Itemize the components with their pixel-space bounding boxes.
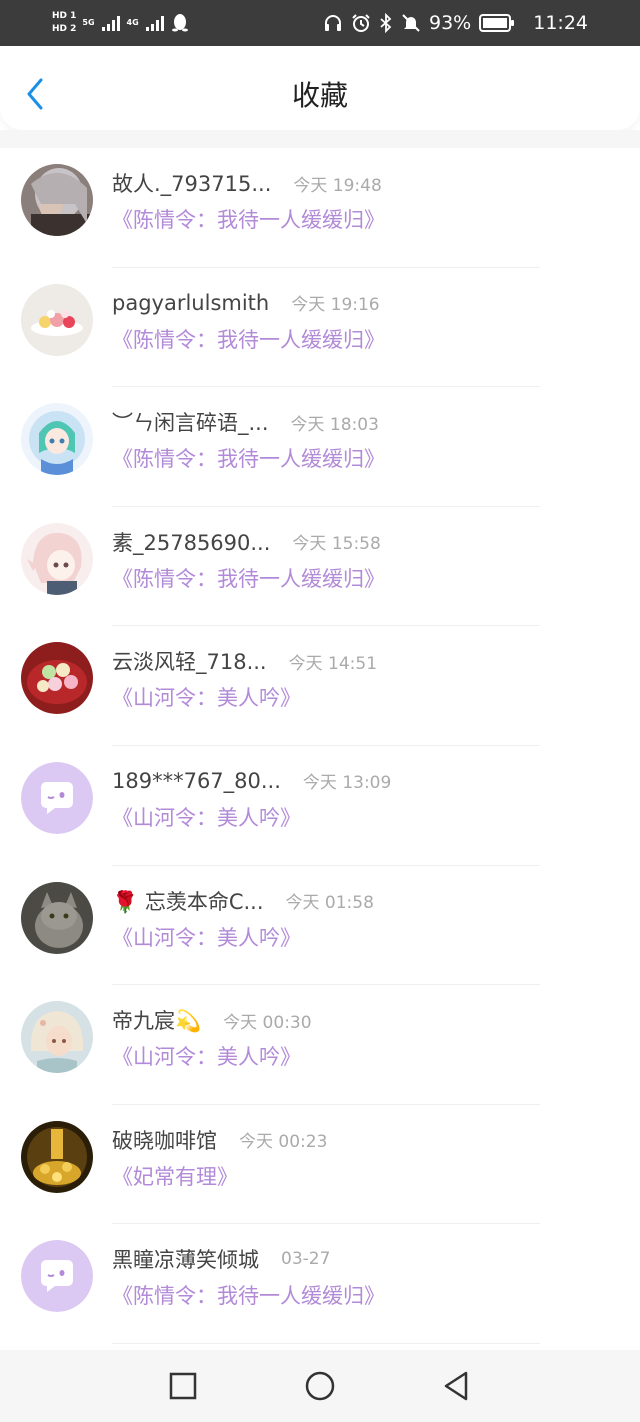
headphones-icon	[325, 15, 341, 31]
signal-1-icon	[101, 16, 120, 31]
user-name: ︶ㄣ闲言碎语_...	[112, 411, 269, 436]
alarm-icon	[352, 14, 370, 32]
book-title[interactable]: 《陈情令：我待一人缓缓归》	[112, 324, 385, 354]
battery-icon	[479, 14, 515, 32]
avatar[interactable]	[21, 522, 93, 595]
name-row: 黑瞳凉薄笑倾城 03-27	[112, 1244, 330, 1274]
page-title: 收藏	[291, 79, 348, 112]
name-row: 故人._793715... 今天 19:48	[112, 168, 382, 198]
favorite-item[interactable]: 黑瞳凉薄笑倾城 03-27 《陈情令：我待一人缓缓归》	[0, 1224, 640, 1344]
status-bar: HD 1 HD 2 5G 4G 93% 11:24	[0, 0, 640, 46]
timestamp: 今天 00:23	[239, 1132, 328, 1153]
name-row: 破晓咖啡馆 今天 00:23	[112, 1125, 327, 1155]
name-row: 云淡风轻_718... 今天 14:51	[112, 646, 377, 676]
status-bar-left: HD 1 HD 2 5G 4G	[52, 6, 189, 40]
circle-icon	[305, 1371, 335, 1401]
user-name: pagyarlulsmith	[112, 290, 270, 315]
timestamp: 今天 19:48	[293, 175, 382, 196]
avatar[interactable]	[21, 403, 93, 476]
bluetooth-icon	[380, 13, 392, 33]
clock: 11:24	[533, 12, 588, 34]
book-title[interactable]: 《山河令：美人吟》	[112, 922, 301, 952]
avatar[interactable]	[21, 1120, 93, 1193]
sim2-hd-label: HD 2	[52, 24, 77, 34]
name-row: 🌹 忘羡本命C... 今天 01:58	[112, 886, 374, 916]
sim-indicators: HD 1 HD 2	[52, 11, 76, 35]
user-name: 🌹 忘羡本命C...	[112, 889, 264, 914]
status-bar-right: 93% 11:24	[323, 0, 588, 46]
network-1-label: 5G	[82, 18, 95, 27]
avatar[interactable]	[21, 1240, 93, 1313]
network-2: 4G	[127, 18, 139, 28]
timestamp: 今天 13:09	[302, 773, 392, 794]
back-nav-button[interactable]	[436, 1366, 476, 1406]
book-title[interactable]: 《妃常有理》	[112, 1161, 238, 1191]
signal-2-icon	[145, 16, 164, 31]
user-name: 素_25785690...	[112, 530, 271, 555]
avatar[interactable]	[21, 283, 93, 356]
page-header: 收藏	[0, 46, 640, 130]
favorite-item[interactable]: 云淡风轻_718... 今天 14:51 《山河令：美人吟》	[0, 626, 640, 746]
book-title[interactable]: 《山河令：美人吟》	[112, 802, 301, 832]
favorite-item[interactable]: 故人._793715... 今天 19:48 《陈情令：我待一人缓缓归》	[0, 148, 640, 268]
system-nav-bar	[0, 1350, 640, 1422]
avatar[interactable]	[21, 761, 93, 834]
name-row: 帝九宸💫 今天 00:30	[112, 1005, 312, 1035]
timestamp: 今天 00:30	[223, 1012, 312, 1033]
book-title[interactable]: 《山河令：美人吟》	[112, 682, 301, 712]
favorite-item[interactable]: 素_25785690... 今天 15:58 《陈情令：我待一人缓缓归》	[0, 507, 640, 627]
favorite-item[interactable]: 🌹 忘羡本命C... 今天 01:58 《山河令：美人吟》	[0, 866, 640, 986]
timestamp: 今天 15:58	[292, 534, 381, 555]
divider	[112, 1342, 540, 1344]
book-title[interactable]: 《陈情令：我待一人缓缓归》	[112, 204, 385, 234]
favorite-item[interactable]: 破晓咖啡馆 今天 00:23 《妃常有理》	[0, 1105, 640, 1225]
user-name: 破晓咖啡馆	[112, 1128, 217, 1153]
network-2-label: 4G	[126, 18, 139, 27]
square-icon	[169, 1372, 197, 1400]
qq-penguin-icon	[171, 14, 188, 32]
recent-apps-button[interactable]	[163, 1366, 203, 1406]
header-gap	[0, 130, 640, 148]
book-title[interactable]: 《山河令：美人吟》	[112, 1041, 301, 1071]
timestamp: 今天 01:58	[285, 893, 374, 914]
timestamp: 今天 18:03	[290, 414, 379, 435]
user-name: 189***767_80...	[112, 768, 281, 793]
triangle-back-icon	[444, 1371, 468, 1401]
name-row: ︶ㄣ闲言碎语_... 今天 18:03	[112, 407, 379, 437]
avatar[interactable]	[21, 1001, 93, 1074]
avatar[interactable]	[21, 642, 93, 715]
home-button[interactable]	[300, 1366, 340, 1406]
user-name: 故人._793715...	[112, 172, 272, 196]
user-name: 黑瞳凉薄笑倾城	[112, 1248, 259, 1273]
favorite-item[interactable]: 帝九宸💫 今天 00:30 《山河令：美人吟》	[0, 985, 640, 1105]
battery-percent: 93%	[429, 12, 472, 34]
network-1: 5G	[82, 18, 94, 28]
name-row: 素_25785690... 今天 15:58	[112, 527, 381, 557]
favorite-item[interactable]: 189***767_80... 今天 13:09 《山河令：美人吟》	[0, 746, 640, 866]
name-row: 189***767_80... 今天 13:09	[112, 766, 391, 796]
timestamp: 今天 19:16	[291, 295, 380, 316]
avatar[interactable]	[21, 164, 93, 236]
favorite-item[interactable]: ︶ㄣ闲言碎语_... 今天 18:03 《陈情令：我待一人缓缓归》	[0, 387, 640, 507]
user-name: 云淡风轻_718...	[112, 650, 267, 675]
book-title[interactable]: 《陈情令：我待一人缓缓归》	[112, 563, 385, 593]
favorite-item[interactable]: pagyarlulsmith 今天 19:16 《陈情令：我待一人缓缓归》	[0, 268, 640, 388]
book-title[interactable]: 《陈情令：我待一人缓缓归》	[112, 443, 385, 473]
mute-bell-icon	[402, 14, 420, 32]
timestamp: 今天 14:51	[288, 653, 378, 674]
chat-bubble-icon	[21, 1240, 93, 1313]
name-row: pagyarlulsmith 今天 19:16	[112, 288, 380, 318]
user-name: 帝九宸💫	[112, 1009, 202, 1034]
favorites-list: 故人._793715... 今天 19:48 《陈情令：我待一人缓缓归》 pag…	[0, 148, 640, 1344]
avatar[interactable]	[21, 881, 93, 954]
chat-bubble-icon	[21, 761, 93, 834]
timestamp: 03-27	[281, 1249, 331, 1270]
sim1-hd-label: HD 1	[52, 11, 77, 21]
book-title[interactable]: 《陈情令：我待一人缓缓归》	[112, 1280, 385, 1310]
